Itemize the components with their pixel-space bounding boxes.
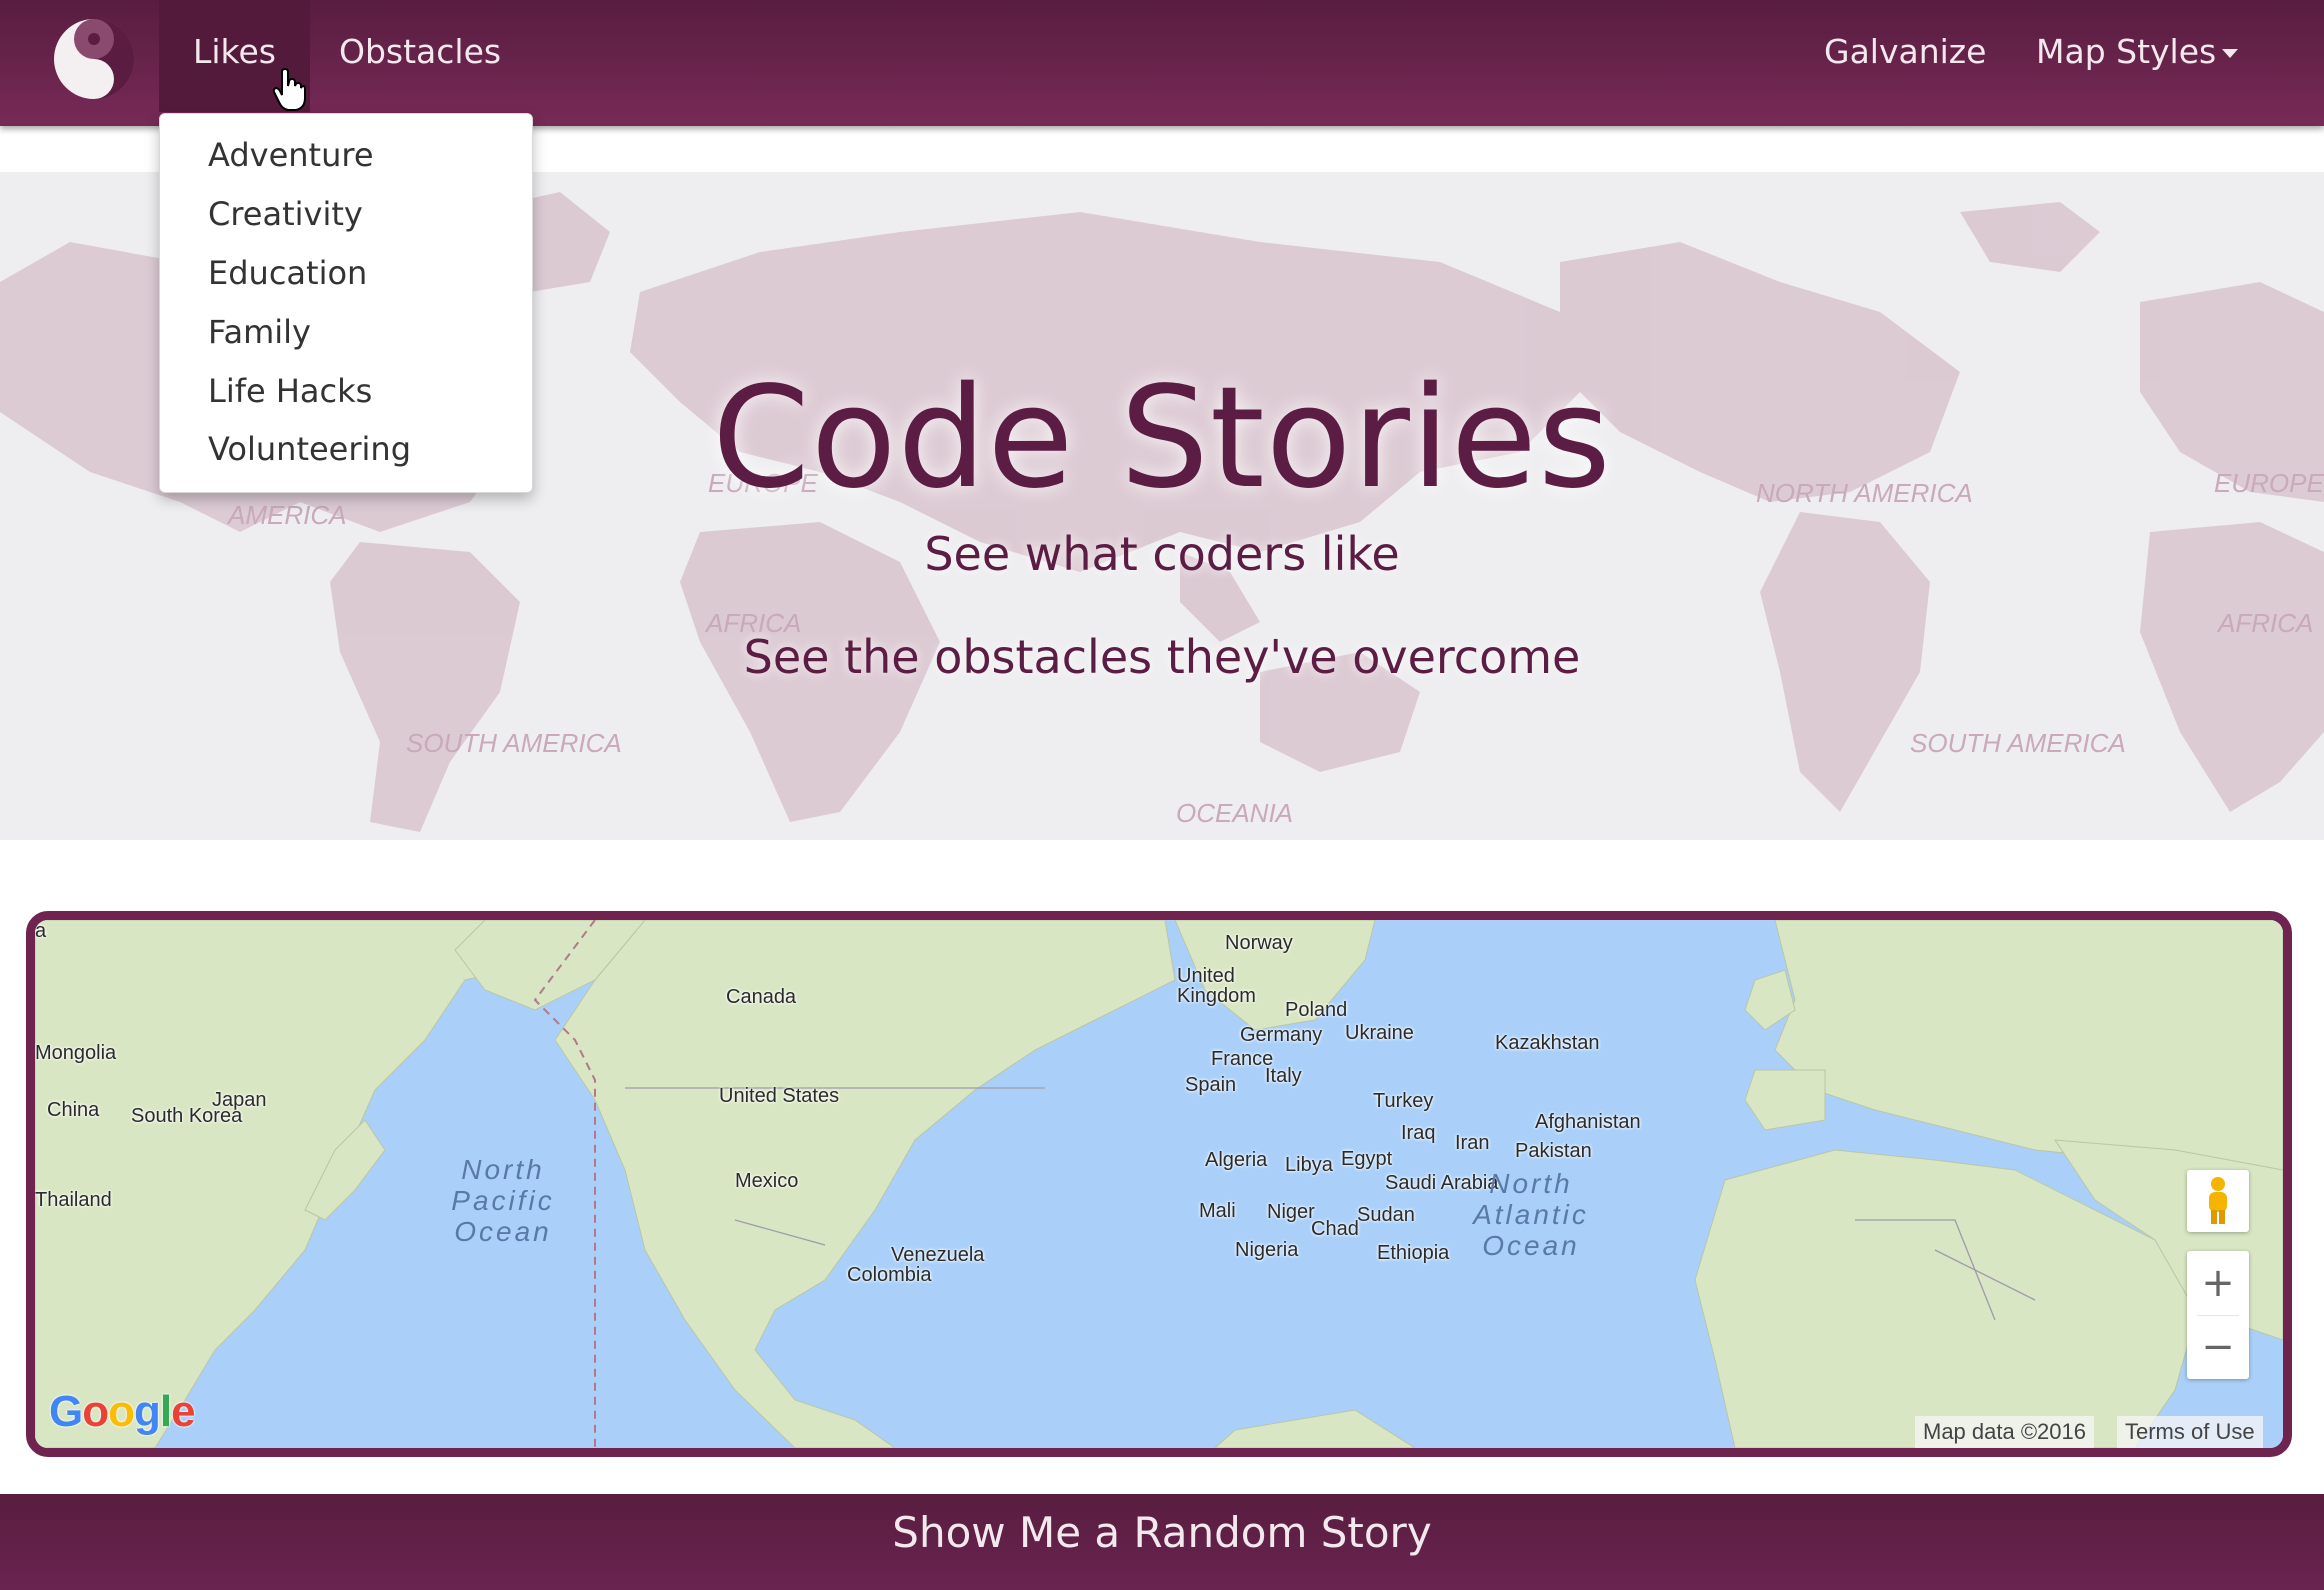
likes-dropdown-menu: Adventure Creativity Education Family Li… (159, 113, 533, 493)
street-view-pegman-icon[interactable] (2187, 1170, 2249, 1232)
hero-label-south-america: SOUTH AMERICA (406, 728, 622, 758)
map-label-libya: Libya (1285, 1154, 1333, 1176)
map-label-chad: Chad (1311, 1218, 1359, 1240)
map-label-italy: Italy (1265, 1065, 1302, 1087)
world-map-tiles[interactable] (35, 920, 2283, 1448)
map-label-afghanistan: Afghanistan (1535, 1111, 1641, 1133)
map-label-china: China (47, 1099, 100, 1121)
nav-map-styles[interactable]: Map Styles (2002, 0, 2272, 112)
random-story-button[interactable]: Show Me a Random Story (0, 1508, 2324, 1557)
navbar: Likes Obstacles Galvanize Map Styles (0, 0, 2324, 126)
hand-cursor-icon (272, 68, 306, 111)
map-label-norway: Norway (1225, 932, 1293, 954)
hero-subtitle-obstacles: See the obstacles they've overcome (743, 630, 1581, 684)
map-label-mongolia: Mongolia (35, 1042, 117, 1064)
map-label-sudan: Sudan (1357, 1204, 1415, 1226)
map-label-fragment: a (35, 920, 47, 942)
nav-obstacles[interactable]: Obstacles (305, 0, 535, 112)
map-label-thailand: Thailand (35, 1189, 112, 1211)
map-label-colombia: Colombia (847, 1264, 932, 1286)
map-label-mali: Mali (1199, 1200, 1236, 1222)
map-label-canada: Canada (726, 986, 797, 1008)
nav-galvanize[interactable]: Galvanize (1790, 0, 2020, 112)
google-logo[interactable]: Google (49, 1387, 196, 1437)
zoom-controls: + − (2187, 1251, 2249, 1379)
dropdown-item-volunteering[interactable]: Volunteering (208, 423, 411, 475)
hero-label-south-america-right: SOUTH AMERICA (1910, 728, 2126, 758)
map-label-united-kingdom: United Kingdom (1177, 965, 1256, 1007)
footer-bar: Show Me a Random Story (0, 1494, 2324, 1590)
map-label-poland: Poland (1285, 999, 1348, 1021)
map-label-turkey: Turkey (1373, 1090, 1434, 1112)
yin-yang-icon[interactable] (52, 17, 136, 101)
map-label-egypt: Egypt (1341, 1148, 1393, 1170)
map-label-ukraine: Ukraine (1345, 1022, 1414, 1044)
dropdown-item-family[interactable]: Family (208, 306, 311, 358)
zoom-out-button[interactable]: − (2187, 1315, 2249, 1379)
map-label-north-atlantic: North Atlantic Ocean (1473, 1168, 1589, 1261)
map-label-south-korea: South Korea (131, 1105, 243, 1127)
map-styles-label: Map Styles (2036, 32, 2217, 71)
dropdown-item-creativity[interactable]: Creativity (208, 188, 363, 240)
dropdown-item-education[interactable]: Education (208, 247, 367, 299)
dropdown-item-life-hacks[interactable]: Life Hacks (208, 365, 372, 417)
map-label-iraq: Iraq (1401, 1122, 1436, 1144)
hero-label-oceania: OCEANIA (1176, 798, 1293, 828)
map-label-niger: Niger (1267, 1201, 1315, 1223)
map-label-kazakhstan: Kazakhstan (1495, 1032, 1600, 1054)
map-label-france: France (1211, 1048, 1274, 1070)
map-label-iran: Iran (1455, 1132, 1490, 1154)
caret-down-icon (2222, 49, 2239, 58)
zoom-in-button[interactable]: + (2187, 1251, 2249, 1315)
map-label-united-states: United States (719, 1085, 840, 1107)
terms-of-use-link[interactable]: Terms of Use (2117, 1416, 2263, 1448)
map-label-mexico: Mexico (735, 1170, 799, 1192)
map-label-spain: Spain (1185, 1074, 1237, 1096)
map-attribution: Map data ©2016 (1915, 1416, 2094, 1448)
map-label-pakistan: Pakistan (1515, 1140, 1592, 1162)
pegman-figure (2209, 1177, 2227, 1224)
map-label-algeria: Algeria (1205, 1149, 1268, 1171)
map-label-germany: Germany (1240, 1024, 1323, 1046)
dropdown-item-adventure[interactable]: Adventure (208, 129, 374, 181)
map-label-nigeria: Nigeria (1235, 1239, 1299, 1261)
stories-map[interactable]: a Norway Canada United Kingdom Poland Ge… (26, 911, 2292, 1457)
map-label-north-pacific: North Pacific Ocean (451, 1154, 555, 1247)
hero-subtitle-likes: See what coders like (924, 527, 1400, 581)
